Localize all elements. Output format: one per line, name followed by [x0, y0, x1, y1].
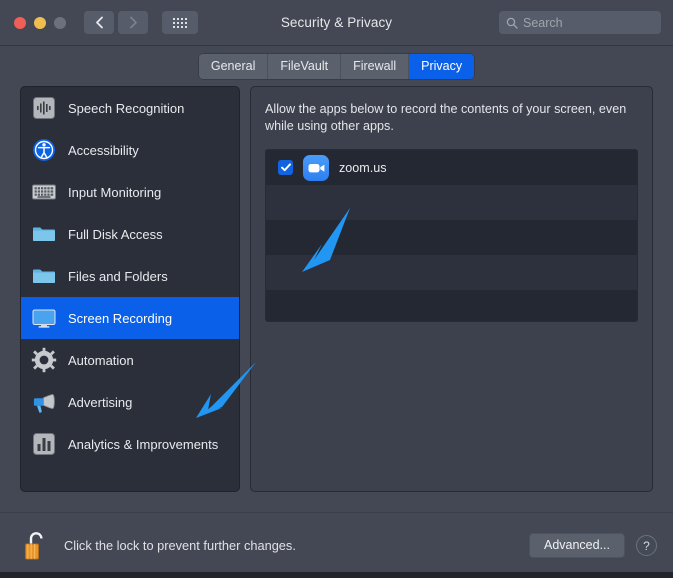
help-button[interactable]: ?: [636, 535, 657, 556]
lock-status-text: Click the lock to prevent further change…: [64, 538, 296, 553]
sidebar-item-label: Screen Recording: [68, 310, 173, 326]
chevron-left-icon: [95, 16, 103, 29]
table-row[interactable]: [266, 220, 637, 255]
panel-description: Allow the apps below to record the conte…: [265, 102, 627, 133]
tab-privacy[interactable]: Privacy: [409, 53, 475, 79]
sidebar-item-input-monitoring[interactable]: Input Monitoring: [21, 171, 239, 213]
display-icon: [31, 305, 57, 331]
app-checkbox[interactable]: [278, 160, 293, 175]
tab-firewall[interactable]: Firewall: [341, 53, 410, 79]
megaphone-icon: [31, 389, 57, 415]
traffic-light-buttons: [14, 16, 66, 29]
close-button[interactable]: [14, 16, 26, 29]
sidebar-item-label: Analytics & Improvements: [68, 436, 219, 452]
sidebar-item-automation[interactable]: Automation: [21, 339, 239, 381]
bar-chart-icon: [31, 431, 57, 457]
title-bar: Security & Privacy Search: [0, 0, 673, 46]
gear-icon: [31, 347, 57, 373]
sidebar-item-label: Speech Recognition: [68, 100, 185, 116]
screen-recording-panel: Allow the apps below to record the conte…: [250, 86, 653, 492]
sidebar-item-label: Files and Folders: [68, 268, 168, 284]
folder-icon: [31, 221, 57, 247]
keyboard-icon: [31, 179, 57, 205]
forward-button[interactable]: [118, 11, 148, 34]
chevron-right-icon: [129, 16, 137, 29]
waveform-icon: [31, 95, 57, 121]
sidebar-item-files-and-folders[interactable]: Files and Folders: [21, 255, 239, 297]
video-camera-icon: [303, 154, 329, 181]
table-row[interactable]: zoom.us: [266, 150, 637, 185]
tab-bar: General FileVault Firewall Privacy: [0, 46, 673, 86]
minimize-button[interactable]: [34, 16, 46, 29]
show-all-grid-icon: [173, 17, 187, 28]
table-row[interactable]: [266, 255, 637, 290]
search-icon: [506, 17, 518, 29]
zoom-button[interactable]: [54, 16, 66, 29]
sidebar-item-analytics-improvements[interactable]: Analytics & Improvements: [21, 423, 239, 465]
navigation-buttons: [84, 11, 148, 34]
content-area: Speech Recognition Accessibility Input M…: [0, 86, 673, 512]
table-row[interactable]: [266, 185, 637, 220]
app-name: zoom.us: [339, 160, 387, 175]
sidebar-item-accessibility[interactable]: Accessibility: [21, 129, 239, 171]
footer-bar: Click the lock to prevent further change…: [0, 512, 673, 578]
folder-icon: [31, 263, 57, 289]
sidebar-item-advertising[interactable]: Advertising: [21, 381, 239, 423]
accessibility-icon: [31, 137, 57, 163]
search-placeholder: Search: [523, 15, 563, 30]
checkmark-icon: [280, 163, 291, 172]
tab-filevault[interactable]: FileVault: [268, 53, 342, 79]
sidebar-item-screen-recording[interactable]: Screen Recording: [21, 297, 239, 339]
sidebar-item-speech-recognition[interactable]: Speech Recognition: [21, 87, 239, 129]
window-bottom-edge: [0, 572, 673, 578]
sidebar-item-full-disk-access[interactable]: Full Disk Access: [21, 213, 239, 255]
sidebar-item-label: Accessibility: [68, 142, 139, 158]
tab-general[interactable]: General: [198, 53, 269, 79]
advanced-button[interactable]: Advanced...: [528, 533, 625, 558]
allowed-apps-list[interactable]: zoom.us: [265, 149, 638, 322]
security-privacy-window: Security & Privacy Search General FileVa…: [0, 0, 673, 578]
unlocked-padlock-icon[interactable]: [21, 529, 51, 563]
sidebar-item-label: Automation: [68, 352, 134, 368]
back-button[interactable]: [84, 11, 114, 34]
sidebar-item-label: Input Monitoring: [68, 184, 162, 200]
sidebar-item-label: Full Disk Access: [68, 226, 163, 242]
privacy-category-list: Speech Recognition Accessibility Input M…: [20, 86, 240, 492]
show-all-button[interactable]: [162, 11, 198, 34]
table-row[interactable]: [266, 290, 637, 321]
search-field[interactable]: Search: [499, 11, 661, 34]
sidebar-item-label: Advertising: [68, 394, 133, 410]
